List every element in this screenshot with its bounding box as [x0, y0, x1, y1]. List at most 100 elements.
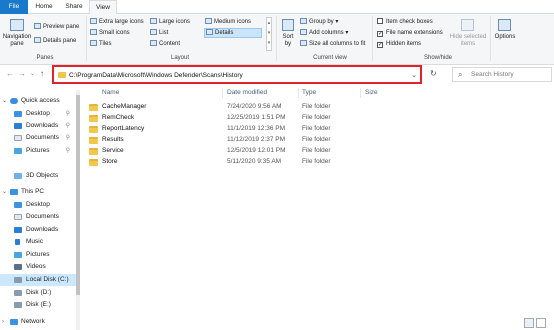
forward-icon[interactable]: →: [18, 69, 26, 79]
chevron-down-icon[interactable]: ⌄: [2, 95, 7, 107]
file-name: RemCheck: [102, 114, 135, 121]
file-name-extensions-toggle[interactable]: ✓ File name extensions: [377, 29, 443, 37]
pin-icon[interactable]: ⚲: [66, 120, 70, 132]
nav-item-quick-access[interactable]: ⌄ Quick access: [0, 95, 80, 107]
file-row[interactable]: ReportLatency 11/1/2019 12:36 PM File fo…: [86, 124, 554, 134]
hide-selected-items-label: Hide selected items: [449, 34, 487, 47]
file-row[interactable]: Service 12/5/2019 12:01 PM File folder: [86, 146, 554, 156]
file-row[interactable]: CacheManager 7/24/2020 9:56 AM File fold…: [86, 102, 554, 112]
hidden-items-checkbox[interactable]: ✓: [377, 42, 383, 48]
address-path: C:\ProgramData\Microsoft\Windows Defende…: [69, 72, 243, 79]
pin-icon[interactable]: ⚲: [66, 132, 70, 144]
sort-by-label: Sort by: [282, 34, 294, 47]
preview-pane-button[interactable]: Preview pane: [34, 23, 79, 31]
nav-item-3d-objects[interactable]: 3D Objects: [0, 170, 80, 182]
column-header-type[interactable]: Type: [302, 88, 316, 98]
size-all-columns-button[interactable]: Size all columns to fit: [300, 40, 365, 48]
nav-item-label: Quick access: [21, 97, 60, 104]
preview-pane-icon: [34, 23, 41, 29]
nav-item-pc-pictures[interactable]: Pictures: [0, 249, 80, 261]
file-row[interactable]: Store 5/11/2020 9:35 AM File folder: [86, 157, 554, 167]
search-icon: ⌕: [458, 70, 463, 79]
nav-item-disk-e[interactable]: Disk (E:): [0, 299, 80, 311]
up-icon[interactable]: ↑: [40, 69, 44, 79]
column-header-size[interactable]: Size: [365, 88, 378, 98]
download-icon: [14, 227, 22, 233]
nav-item-videos[interactable]: Videos: [0, 261, 80, 273]
layout-extra-large-icons[interactable]: Extra large icons: [90, 18, 144, 26]
large-icons-view-icon[interactable]: [536, 318, 546, 328]
refresh-icon[interactable]: ↻: [430, 69, 437, 78]
folder-icon: [89, 159, 98, 166]
nav-item-pc-documents[interactable]: Documents: [0, 211, 80, 223]
group-by-button[interactable]: Group by ▾: [300, 18, 338, 26]
hidden-items-label: Hidden items: [386, 41, 422, 47]
file-row[interactable]: RemCheck 12/25/2019 1:51 PM File folder: [86, 113, 554, 123]
nav-item-pc-desktop[interactable]: Desktop: [0, 199, 80, 211]
sort-by-button[interactable]: Sort by: [280, 17, 296, 53]
tab-view[interactable]: View: [89, 0, 117, 15]
layout-details[interactable]: Details: [204, 28, 262, 38]
search-box[interactable]: ⌕ Search History: [452, 67, 552, 82]
folder-icon: [58, 72, 66, 78]
pin-icon[interactable]: ⚲: [66, 108, 70, 120]
drive-icon: [14, 277, 22, 283]
pin-icon[interactable]: ⚲: [66, 145, 70, 157]
file-name-extensions-checkbox[interactable]: ✓: [377, 31, 383, 37]
layout-medium-icons[interactable]: Medium icons: [205, 18, 251, 26]
file-date: 5/11/2020 9:35 AM: [227, 158, 282, 165]
divider: [372, 16, 373, 61]
nav-item-disk-d[interactable]: Disk (D:): [0, 287, 80, 299]
navigation-pane-button[interactable]: Navigation pane: [2, 17, 32, 53]
add-columns-button[interactable]: Add columns ▾: [300, 29, 348, 37]
nav-item-network[interactable]: › Network: [0, 316, 80, 328]
item-check-boxes-checkbox[interactable]: [377, 18, 383, 24]
address-bar[interactable]: C:\ProgramData\Microsoft\Windows Defende…: [52, 65, 422, 84]
layout-content[interactable]: Content: [150, 40, 180, 48]
file-row[interactable]: Results 11/12/2019 2:37 PM File folder: [86, 135, 554, 145]
current-view-group-label: Current view: [313, 55, 347, 61]
download-icon: [14, 123, 22, 129]
nav-item-music[interactable]: Music: [0, 236, 80, 248]
nav-scrollbar-thumb[interactable]: [76, 95, 80, 295]
chevron-right-icon[interactable]: ›: [2, 316, 4, 328]
back-icon[interactable]: ←: [6, 69, 14, 79]
file-name: Results: [102, 136, 124, 143]
layout-scroll[interactable]: ▴ ▾ ▾: [266, 17, 272, 51]
divider: [298, 88, 299, 98]
nav-item-local-disk-c[interactable]: Local Disk (C:): [0, 274, 80, 286]
recent-locations-icon[interactable]: ⌄: [30, 69, 35, 79]
file-name: CacheManager: [102, 103, 147, 110]
show-hide-group-label: Show/hide: [423, 55, 453, 61]
pictures-icon: [14, 252, 22, 258]
layout-tiles[interactable]: Tiles: [90, 40, 111, 48]
column-header-date-modified[interactable]: Date modified: [227, 88, 267, 98]
item-check-boxes-toggle[interactable]: Item check boxes: [377, 18, 433, 26]
nav-item-label: Desktop: [26, 201, 50, 208]
hide-selected-items-button[interactable]: Hide selected items: [448, 17, 488, 53]
nav-item-desktop[interactable]: Desktop ⚲: [0, 108, 80, 120]
tab-home[interactable]: Home: [30, 0, 58, 14]
tab-file[interactable]: File: [0, 0, 28, 14]
tab-share[interactable]: Share: [60, 0, 88, 14]
layout-list[interactable]: List: [150, 29, 168, 37]
nav-item-this-pc[interactable]: ⌄ This PC: [0, 186, 80, 198]
layout-small-icons[interactable]: Small icons: [90, 29, 130, 37]
ribbon: Navigation pane Preview pane Details pan…: [0, 14, 554, 65]
file-type: File folder: [302, 103, 331, 110]
details-view-icon[interactable]: [524, 318, 534, 328]
nav-item-pc-downloads[interactable]: Downloads: [0, 224, 80, 236]
column-header-name[interactable]: Name: [102, 88, 119, 98]
options-button[interactable]: Options: [492, 17, 518, 53]
content-icon: [150, 40, 157, 46]
details-pane-button[interactable]: Details pane: [34, 37, 76, 45]
search-input[interactable]: Search History: [471, 70, 514, 80]
chevron-down-icon[interactable]: ⌄: [2, 186, 7, 198]
layout-large-icons[interactable]: Large icons: [150, 18, 190, 26]
hidden-items-toggle[interactable]: ✓ Hidden items: [377, 40, 421, 48]
nav-item-downloads[interactable]: Downloads ⚲: [0, 120, 80, 132]
nav-item-documents[interactable]: Documents ⚲: [0, 132, 80, 144]
nav-item-pictures[interactable]: Pictures ⚲: [0, 145, 80, 157]
chevron-down-icon[interactable]: ⌄: [411, 70, 417, 81]
folder-icon: [89, 137, 98, 144]
